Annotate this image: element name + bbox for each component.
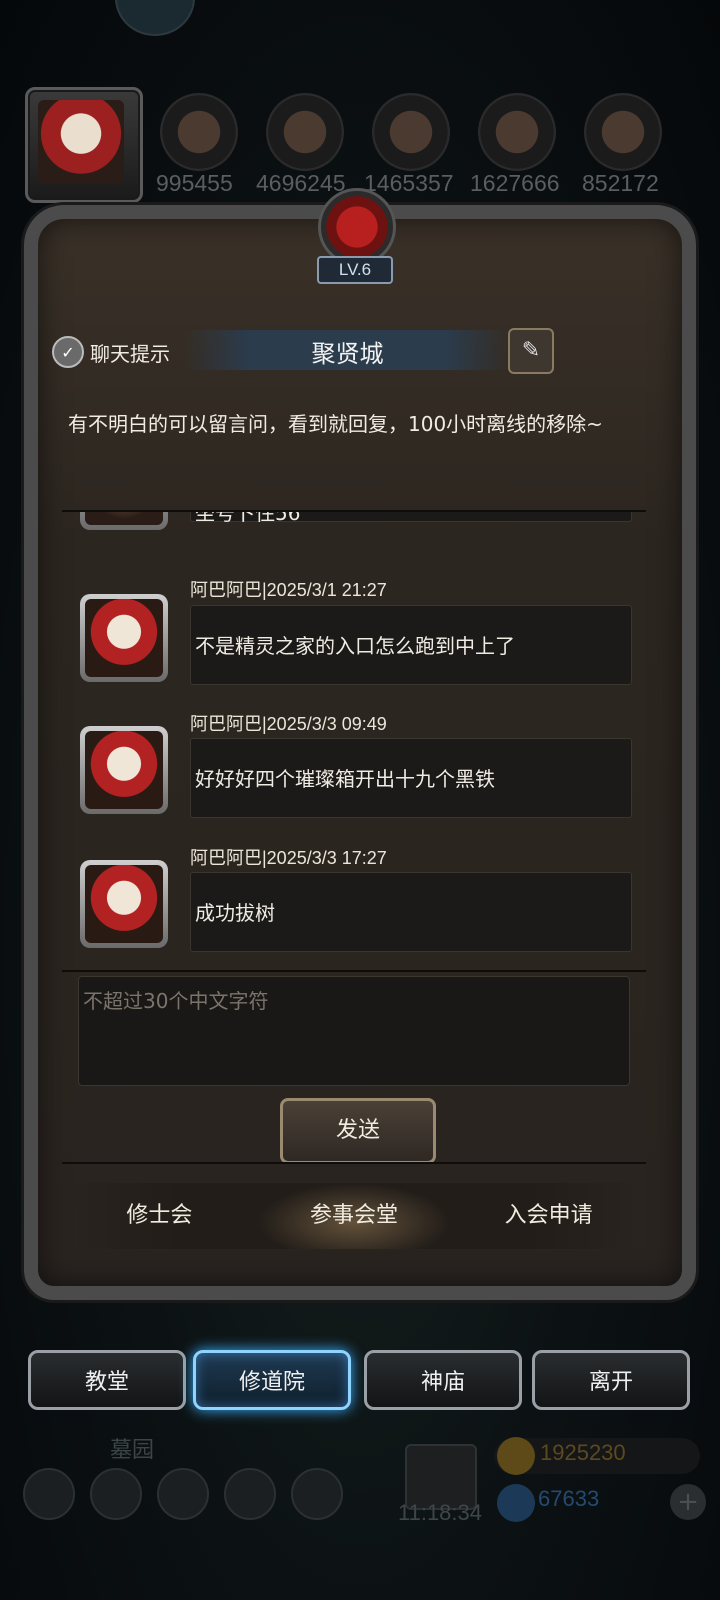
wood-resource-icon [266,93,344,171]
tab-join-requests[interactable]: 入会申请 [451,1183,646,1249]
message-bubble: 好好好四个璀璨箱开出十九个黑铁 [190,738,632,818]
top-avatar-bubble[interactable] [115,0,195,36]
quest-icon[interactable] [157,1468,209,1520]
nav-church-button[interactable]: 教堂 [28,1350,186,1410]
message-input[interactable] [79,977,637,1025]
message-meta: 阿巴阿巴|2025/3/3 17:27 [190,848,387,868]
gem-icon [497,1484,535,1522]
location-label: 墓园 [110,1438,155,1463]
message-meta: 阿巴阿巴|2025/3/1 21:27 [190,580,387,600]
message-avatar[interactable] [80,726,168,814]
mail-icon[interactable] [224,1468,276,1520]
send-button[interactable]: 发送 [280,1098,436,1164]
message-bubble: 不是精灵之家的入口怎么跑到中上了 [190,605,632,685]
rabbit-avatar-icon [38,100,124,184]
message-text: 好好好四个璀璨箱开出十九个黑铁 [195,767,495,791]
stone-resource-icon [372,93,450,171]
add-currency-button[interactable]: + [670,1484,706,1520]
resource-value-meat: 995455 [156,170,233,196]
avatar-icon [85,512,163,525]
nav-monastery-button[interactable]: 修道院 [193,1350,351,1410]
message-list[interactable]: 坐号卜住56 阿巴阿巴|2025/3/1 21:27 不是精灵之家的入口怎么跑到… [62,512,646,952]
resource-value-crystal: 1627666 [470,170,560,196]
edit-icon: ✎ [521,338,541,363]
resource-value-wood: 4696245 [256,170,346,196]
message-meta: 阿巴阿巴|2025/3/3 09:49 [190,714,387,734]
resource-value-iron: 852172 [582,170,659,196]
panel-tabs: 修士会 参事会堂 入会申请 [62,1183,646,1249]
gem-value: 67633 [538,1486,600,1511]
crystal-resource-icon [478,93,556,171]
tab-council-hall[interactable]: 参事会堂 [256,1183,452,1249]
guild-name: 聚贤城 [311,340,384,368]
player-portrait[interactable] [25,87,143,203]
message-avatar[interactable] [80,594,168,682]
message-avatar[interactable] [80,860,168,948]
tab-guild[interactable]: 修士会 [62,1183,257,1249]
rabbit-avatar-icon [85,865,163,943]
nav-temple-button[interactable]: 神庙 [364,1350,522,1410]
gold-coin-icon [497,1437,535,1475]
map-icon[interactable] [291,1468,343,1520]
clock-time: 11:18:34 [398,1500,483,1525]
message-text: 坐号卜住56 [195,512,301,525]
divider [62,1162,646,1164]
guild-crest-icon [318,188,396,266]
guild-notice: 有不明白的可以留言问，看到就回复，100小时离线的移除~ [68,412,603,436]
chat-tip-label: 聊天提示 [90,341,170,366]
message-bubble: 成功拔树 [190,872,632,952]
achievement-icon[interactable] [90,1468,142,1520]
message-input-box[interactable] [78,976,637,1086]
guild-level-badge: LV.6 [317,256,393,284]
divider [62,970,646,972]
meat-resource-icon [160,93,238,171]
message-text: 成功拔树 [195,901,275,925]
edit-notice-button[interactable]: ✎ [508,328,554,374]
message-text: 不是精灵之家的入口怎么跑到中上了 [195,634,515,658]
settings-icon[interactable] [23,1468,75,1520]
message-bubble: 坐号卜住56 [190,512,632,525]
gold-value: 1925230 [540,1440,626,1465]
iron-resource-icon [584,93,662,171]
rabbit-avatar-icon [85,731,163,809]
message-avatar[interactable] [80,512,168,530]
nav-leave-button[interactable]: 离开 [532,1350,690,1410]
chat-tip-toggle[interactable]: ✓ 聊天提示 [52,336,170,368]
rabbit-avatar-icon [85,599,163,677]
checkmark-icon[interactable]: ✓ [52,336,84,368]
